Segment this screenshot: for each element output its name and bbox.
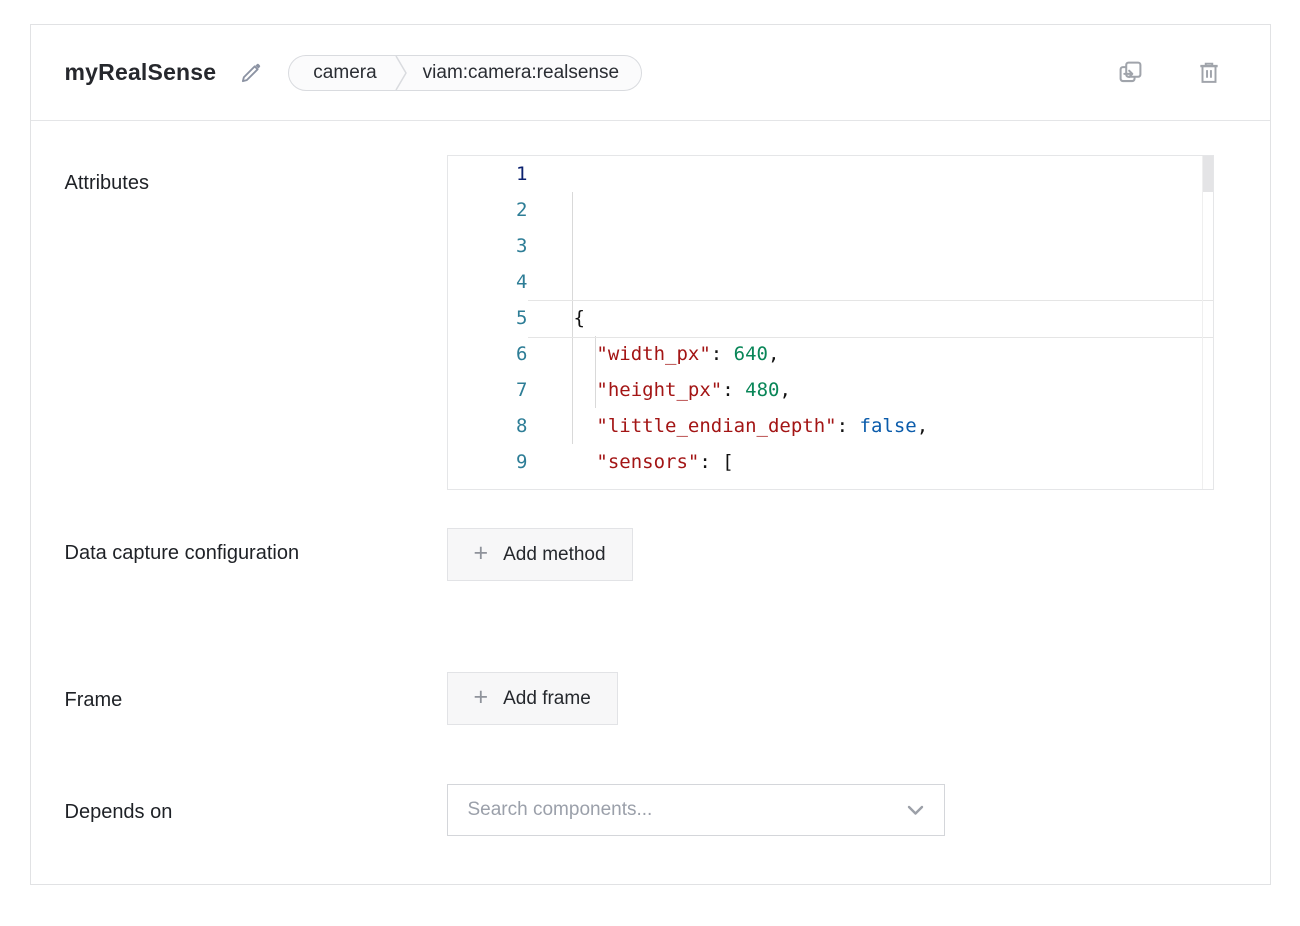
add-frame-button[interactable]: + Add frame [447, 672, 618, 725]
trash-icon [1196, 60, 1222, 86]
add-method-label: Add method [503, 544, 605, 566]
code-line[interactable]: "depth", [574, 480, 1213, 490]
component-category: camera [313, 62, 376, 84]
depends-on-label: Depends on [65, 784, 447, 828]
editor-scrollbar-thumb[interactable] [1203, 156, 1213, 192]
attributes-row: Attributes 123456789 { "width_px": 640, … [65, 155, 1236, 490]
chevron-down-icon [907, 805, 924, 816]
component-card: myRealSense camera viam:camera:realsense [30, 24, 1271, 885]
add-method-button[interactable]: + Add method [447, 528, 633, 581]
component-type-badge: camera viam:camera:realsense [288, 55, 642, 91]
rename-button[interactable] [238, 60, 264, 86]
delete-button[interactable] [1192, 56, 1226, 90]
depends-on-select[interactable]: Search components... [447, 784, 945, 836]
code-line[interactable]: "sensors": [ [574, 444, 1213, 480]
component-header: myRealSense camera viam:camera:realsense [31, 25, 1270, 121]
indent-guide [572, 192, 573, 444]
component-model: viam:camera:realsense [423, 62, 619, 84]
attributes-json-editor[interactable]: 123456789 { "width_px": 640, "height_px"… [447, 155, 1214, 490]
pencil-icon [238, 60, 264, 86]
depends-on-placeholder: Search components... [468, 799, 907, 821]
plus-icon: + [474, 685, 489, 710]
plus-icon: + [474, 541, 489, 566]
component-body: Attributes 123456789 { "width_px": 640, … [31, 121, 1270, 884]
data-capture-row: Data capture configuration + Add method [65, 528, 1236, 581]
code-line[interactable]: "height_px": 480, [574, 372, 1213, 408]
component-title: myRealSense [65, 59, 217, 86]
add-frame-label: Add frame [503, 688, 591, 710]
code-line[interactable]: "width_px": 640, [574, 336, 1213, 372]
frame-label: Frame [65, 672, 447, 716]
badge-divider-chevron-icon [395, 55, 407, 91]
attributes-label: Attributes [65, 155, 447, 199]
frame-row: Frame + Add frame [65, 672, 1236, 725]
code-line[interactable]: { [574, 300, 1213, 336]
depends-on-row: Depends on Search components... [65, 784, 1236, 836]
editor-code[interactable]: { "width_px": 640, "height_px": 480, "li… [528, 156, 1213, 490]
data-capture-label: Data capture configuration [65, 528, 315, 569]
editor-line-numbers: 123456789 [448, 156, 528, 490]
duplicate-button[interactable] [1113, 55, 1148, 90]
editor-scrollbar[interactable] [1202, 156, 1213, 489]
duplicate-icon [1117, 59, 1144, 86]
code-line[interactable]: "little_endian_depth": false, [574, 408, 1213, 444]
